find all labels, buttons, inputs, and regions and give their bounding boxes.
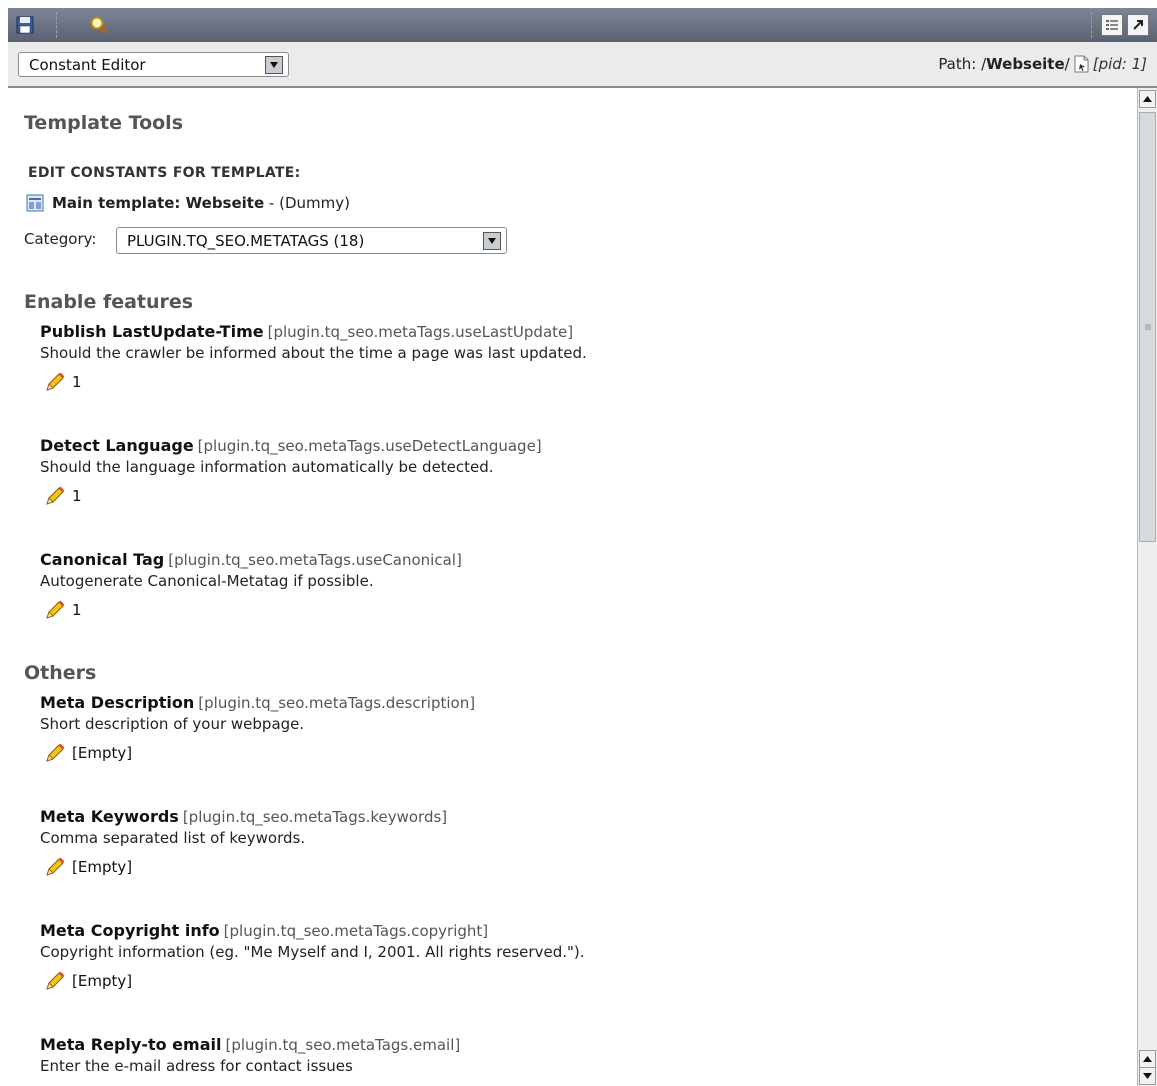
scroll-thumb[interactable] xyxy=(1139,112,1156,542)
constant-description: Should the crawler be informed about the… xyxy=(40,344,587,362)
constant-entry: Meta Reply-to email [plugin.tq_seo.metaTa… xyxy=(40,1035,1120,1075)
template-suffix: - (Dummy) xyxy=(264,194,350,212)
toolbar-separator-right xyxy=(1091,12,1093,38)
constant-value: 1 xyxy=(72,487,82,505)
path-label: Path: / xyxy=(938,55,987,73)
constant-entry: Meta Keywords [plugin.tq_seo.metaTags.key… xyxy=(40,807,1120,878)
save-icon xyxy=(16,16,34,34)
constant-key: [plugin.tq_seo.metaTags.useLastUpdate] xyxy=(267,323,574,341)
constant-title: Meta Keywords xyxy=(40,807,179,826)
chevron-down-icon xyxy=(483,231,501,250)
docheader-toolbar xyxy=(8,8,1157,42)
constant-title: Canonical Tag xyxy=(40,550,165,569)
function-menu-select[interactable]: Constant Editor xyxy=(18,52,289,77)
save-button[interactable] xyxy=(8,8,42,42)
constant-value: [Empty] xyxy=(72,858,133,876)
constant-title: Detect Language xyxy=(40,436,194,455)
list-view-button[interactable] xyxy=(1101,14,1123,36)
toolbar-separator xyxy=(56,12,58,38)
category-select[interactable]: PLUGIN.TQ_SEO.METATAGS (18) xyxy=(116,227,507,254)
constant-description: Short description of your webpage. xyxy=(40,715,305,733)
module-content: Template Tools EDIT CONSTANTS FOR TEMPLA… xyxy=(8,88,1137,1086)
grip-icon xyxy=(1144,324,1151,330)
arrow-up-icon xyxy=(1143,96,1152,102)
constant-entry: Meta Description [plugin.tq_seo.metaTags.… xyxy=(40,693,1120,764)
constant-key: [plugin.tq_seo.metaTags.useCanonical] xyxy=(168,551,462,569)
constant-value-row: [Empty] xyxy=(44,970,1120,992)
list-view-icon xyxy=(1106,20,1118,30)
constant-value-row: [Empty] xyxy=(44,856,1120,878)
pencil-edit-icon[interactable] xyxy=(44,485,66,507)
category-value: PLUGIN.TQ_SEO.METATAGS (18) xyxy=(127,231,365,250)
pencil-edit-icon[interactable] xyxy=(44,599,66,621)
section-title-others: Others xyxy=(24,662,97,684)
pencil-edit-icon[interactable] xyxy=(44,856,66,878)
constant-description: Autogenerate Canonical-Metatag if possib… xyxy=(40,572,374,590)
template-icon xyxy=(26,194,44,212)
constant-value: 1 xyxy=(72,373,82,391)
constant-value: [Empty] xyxy=(72,972,133,990)
edit-constants-heading: EDIT CONSTANTS FOR TEMPLATE: xyxy=(28,165,301,181)
pencil-edit-icon[interactable] xyxy=(44,371,66,393)
constant-value-row: 1 xyxy=(44,371,1120,393)
scroll-up-button[interactable] xyxy=(1139,90,1156,108)
constant-key: [plugin.tq_seo.metaTags.email] xyxy=(225,1036,461,1054)
constant-description: Should the language information automati… xyxy=(40,458,494,476)
pencil-edit-icon[interactable] xyxy=(44,742,66,764)
constant-entry: Canonical Tag [plugin.tq_seo.metaTags.use… xyxy=(40,550,1120,621)
template-name: Main template: Webseite xyxy=(52,194,265,212)
arrow-down-icon xyxy=(1143,1073,1152,1079)
constant-value: [Empty] xyxy=(72,744,133,762)
constant-description: Comma separated list of keywords. xyxy=(40,829,306,847)
path-page[interactable]: Webseite xyxy=(986,55,1065,73)
pencil-edit-icon[interactable] xyxy=(44,970,66,992)
page-id: [pid: 1] xyxy=(1092,55,1147,73)
constant-value-row: 1 xyxy=(44,485,1120,507)
constant-key: [plugin.tq_seo.metaTags.description] xyxy=(198,694,476,712)
constant-value: 1 xyxy=(72,601,82,619)
category-label: Category: xyxy=(24,230,97,248)
content-scrollbar[interactable] xyxy=(1137,88,1157,1086)
constant-value-row: 1 xyxy=(44,599,1120,621)
constant-title: Meta Copyright info xyxy=(40,921,220,940)
constant-entry: Publish LastUpdate-Time [plugin.tq_seo.me… xyxy=(40,322,1120,393)
search-icon xyxy=(90,16,109,35)
constant-key: [plugin.tq_seo.metaTags.useDetectLanguag… xyxy=(197,437,542,455)
scroll-up-button-bottom[interactable] xyxy=(1139,1050,1156,1068)
open-new-window-button[interactable] xyxy=(1127,14,1149,36)
constant-description: Enter the e-mail adress for contact issu… xyxy=(40,1057,353,1075)
page-title: Template Tools xyxy=(24,112,184,134)
constant-key: [plugin.tq_seo.metaTags.keywords] xyxy=(182,808,448,826)
constant-title: Publish LastUpdate-Time xyxy=(40,322,264,341)
constant-key: [plugin.tq_seo.metaTags.copyright] xyxy=(223,922,489,940)
chevron-down-icon xyxy=(265,55,283,74)
constant-description: Copyright information (eg. "Me Myself an… xyxy=(40,943,585,961)
page-icon xyxy=(1074,55,1089,73)
scroll-down-button[interactable] xyxy=(1139,1067,1156,1085)
template-info: Main template: Webseite - (Dummy) xyxy=(26,194,350,212)
constant-value-row: [Empty] xyxy=(44,742,1120,764)
constant-entry: Meta Copyright info [plugin.tq_seo.metaTa… xyxy=(40,921,1120,992)
open-new-window-icon xyxy=(1133,20,1143,30)
arrow-up-icon xyxy=(1143,1056,1152,1062)
constant-entry: Detect Language [plugin.tq_seo.metaTags.u… xyxy=(40,436,1120,507)
constant-title: Meta Reply-to email xyxy=(40,1035,222,1054)
function-bar: Constant Editor Path: / Webseite / [pid: 1… xyxy=(8,42,1157,88)
function-menu-value: Constant Editor xyxy=(29,55,146,74)
page-path: Path: / Webseite / [pid: 1] xyxy=(938,55,1147,73)
view-page-button[interactable] xyxy=(82,8,116,42)
section-title-enable-features: Enable features xyxy=(24,291,194,313)
constant-title: Meta Description xyxy=(40,693,195,712)
path-separator: / xyxy=(1064,55,1070,73)
